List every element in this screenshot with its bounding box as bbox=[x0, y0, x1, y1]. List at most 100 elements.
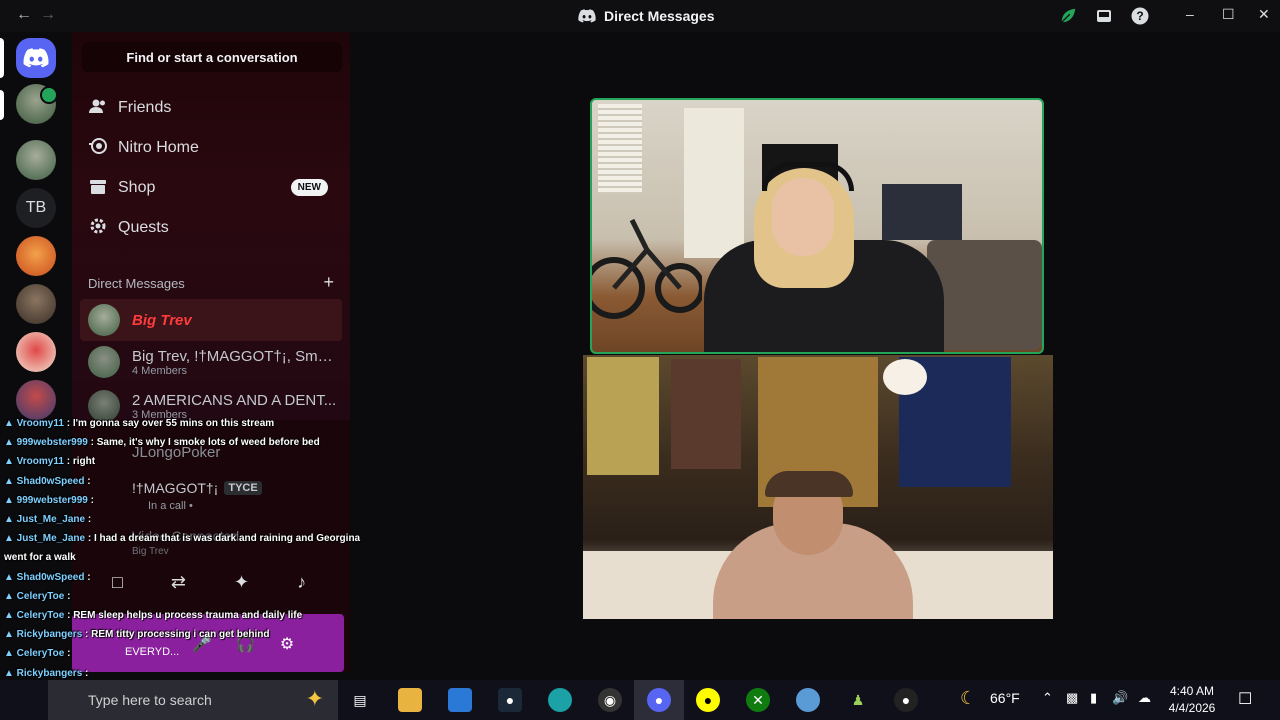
find-conversation-button[interactable]: Find or start a conversation bbox=[82, 42, 342, 72]
file-explorer-icon[interactable] bbox=[398, 688, 422, 712]
nav-nitro-home[interactable]: Nitro Home bbox=[82, 128, 342, 168]
chat-separator: : bbox=[64, 610, 74, 621]
home-button[interactable] bbox=[16, 38, 56, 78]
edge-icon[interactable] bbox=[548, 688, 572, 712]
window-title: Direct Messages bbox=[578, 8, 715, 24]
recording-app-icon[interactable]: ● bbox=[894, 688, 918, 712]
game-app-icon[interactable]: ♟ bbox=[846, 688, 870, 712]
chat-line: ▲ CeleryToe : REM sleep helps u process … bbox=[4, 610, 302, 621]
server-icon-tb[interactable]: TB bbox=[16, 188, 56, 228]
forward-arrow-icon[interactable]: → bbox=[40, 6, 56, 24]
chat-message: Same, it's why I smoke lots of weed befo… bbox=[96, 437, 320, 449]
obs-icon[interactable]: ◉ bbox=[598, 688, 622, 712]
clock-time: 4:40 AM bbox=[1169, 684, 1215, 698]
nav-quests-label: Quests bbox=[118, 219, 169, 236]
clock-date: 4/4/2026 bbox=[1168, 701, 1216, 715]
armchair bbox=[927, 240, 1042, 350]
chat-username: ▲ CeleryToe bbox=[4, 610, 65, 621]
chat-line: ▲ 999webster999 : Same, it's why I smoke… bbox=[4, 437, 320, 448]
server-icon-4[interactable] bbox=[16, 332, 56, 372]
chat-line: ▲ Vroomy11 : right bbox=[4, 456, 95, 467]
chat-line: ▲ Shad0wSpeed : bbox=[4, 476, 91, 487]
chat-username: ▲ Just_Me_Jane bbox=[4, 533, 86, 545]
new-badge: NEW bbox=[290, 179, 328, 196]
person-cap bbox=[765, 471, 853, 497]
server-icon-5[interactable] bbox=[16, 380, 56, 420]
battery-icon[interactable]: ▮ bbox=[1090, 690, 1097, 706]
taskbar-clock[interactable]: 4:40 AM 4/4/2026 bbox=[1162, 683, 1222, 717]
dm-item-active[interactable]: Big Trev bbox=[80, 299, 342, 341]
volume-icon[interactable]: 🔊 bbox=[1112, 690, 1128, 706]
notifications-icon[interactable]: ☐ bbox=[1238, 689, 1252, 709]
chat-username: ▲ Rickybangers bbox=[4, 667, 83, 679]
chat-line: went for a walk bbox=[4, 552, 76, 563]
maximize-icon[interactable]: ☐ bbox=[1222, 6, 1235, 23]
server-rail: TB bbox=[0, 32, 72, 420]
dm-item-group-1[interactable]: Big Trev, !†MAGGOT†¡, Smo... 4 Members bbox=[80, 341, 342, 383]
find-conversation-label: Find or start a conversation bbox=[126, 49, 298, 65]
inbox-icon[interactable] bbox=[1094, 6, 1114, 26]
chat-username: ▲ Rickybangers bbox=[4, 629, 83, 641]
help-icon[interactable]: ? bbox=[1130, 6, 1150, 26]
stream-chat-overlay: ▲ Vroomy11 : I'm gonna say over 55 mins … bbox=[0, 418, 390, 718]
discord-logo-icon bbox=[23, 48, 49, 68]
chat-message: REM titty processing i can get behind bbox=[91, 629, 270, 641]
chat-message: I had a dream that is was dark and raini… bbox=[93, 533, 361, 545]
nav-shop[interactable]: Shop NEW bbox=[82, 168, 342, 208]
chat-line: ▲ Vroomy11 : I'm gonna say over 55 mins … bbox=[4, 418, 274, 429]
xbox-icon[interactable]: ✕ bbox=[746, 688, 770, 712]
wall-poster-2 bbox=[671, 359, 741, 469]
weather-temp[interactable]: 66°F bbox=[990, 690, 1020, 706]
dm-notification-badge bbox=[40, 86, 58, 104]
chat-username: ▲ CeleryToe bbox=[4, 648, 65, 660]
avatar bbox=[88, 304, 120, 336]
microsoft-store-icon[interactable] bbox=[448, 688, 472, 712]
server-icon-3[interactable] bbox=[16, 284, 56, 324]
dm-name: Big Trev bbox=[132, 311, 192, 329]
chat-separator: : bbox=[64, 648, 71, 660]
nav-nitro-label: Nitro Home bbox=[118, 139, 199, 156]
server-icon-1[interactable] bbox=[16, 140, 56, 180]
chat-username: ▲ Shad0wSpeed bbox=[4, 475, 85, 487]
taskbar-search-box[interactable]: Type here to search ✦ bbox=[48, 680, 338, 720]
dm-name: 2 AMERICANS AND A DENT... bbox=[132, 391, 337, 409]
tray-app-icon[interactable]: ▩ bbox=[1066, 690, 1078, 706]
chat-message: went for a walk bbox=[4, 552, 76, 564]
create-dm-button[interactable]: + bbox=[323, 273, 334, 291]
dm-name: Big Trev, !†MAGGOT†¡, Smo... bbox=[132, 347, 337, 365]
back-arrow-icon[interactable]: ← bbox=[16, 6, 32, 24]
svg-text:?: ? bbox=[1136, 9, 1143, 23]
discord-taskbar-icon[interactable]: ● bbox=[647, 688, 671, 712]
dm-section-title: Direct Messages bbox=[88, 276, 185, 291]
friends-icon bbox=[88, 98, 108, 119]
window-blinds bbox=[598, 104, 642, 194]
nitro-leaf-icon[interactable] bbox=[1058, 6, 1078, 26]
snapchat-icon[interactable]: ● bbox=[696, 688, 720, 712]
onedrive-icon[interactable]: ☁ bbox=[1138, 690, 1151, 706]
moon-weather-icon[interactable]: ☾ bbox=[960, 688, 976, 709]
group-avatar bbox=[88, 346, 120, 378]
chat-separator: : bbox=[82, 667, 89, 679]
minimize-icon[interactable]: – bbox=[1186, 6, 1194, 22]
bicycle bbox=[592, 218, 702, 319]
couch-flag bbox=[882, 184, 962, 240]
nav-friends[interactable]: Friends bbox=[82, 88, 342, 128]
dm-section-header: Direct Messages + bbox=[88, 273, 334, 291]
chat-separator: : bbox=[64, 590, 71, 602]
window-title-text: Direct Messages bbox=[604, 8, 715, 24]
windows-taskbar: Type here to search ✦ ▤ ● ◉ ● ● ✕ ♟ ● ☾ … bbox=[0, 680, 1280, 720]
chat-line: ▲ CeleryToe : bbox=[4, 591, 70, 602]
chat-username: ▲ Vroomy11 bbox=[4, 418, 64, 429]
steam-icon[interactable]: ● bbox=[498, 688, 522, 712]
weather-app-icon[interactable] bbox=[796, 688, 820, 712]
video-tile[interactable] bbox=[583, 355, 1053, 619]
nav-quests[interactable]: Quests bbox=[82, 208, 342, 248]
chat-line: ▲ Rickybangers : bbox=[4, 668, 88, 679]
quests-icon bbox=[88, 217, 108, 240]
video-tile-speaking[interactable] bbox=[590, 98, 1044, 354]
tray-overflow-icon[interactable]: ⌃ bbox=[1042, 690, 1053, 706]
server-icon-2[interactable] bbox=[16, 236, 56, 276]
close-icon[interactable]: ✕ bbox=[1258, 6, 1270, 23]
task-view-icon[interactable]: ▤ bbox=[348, 688, 372, 712]
chat-separator: : bbox=[85, 533, 94, 545]
